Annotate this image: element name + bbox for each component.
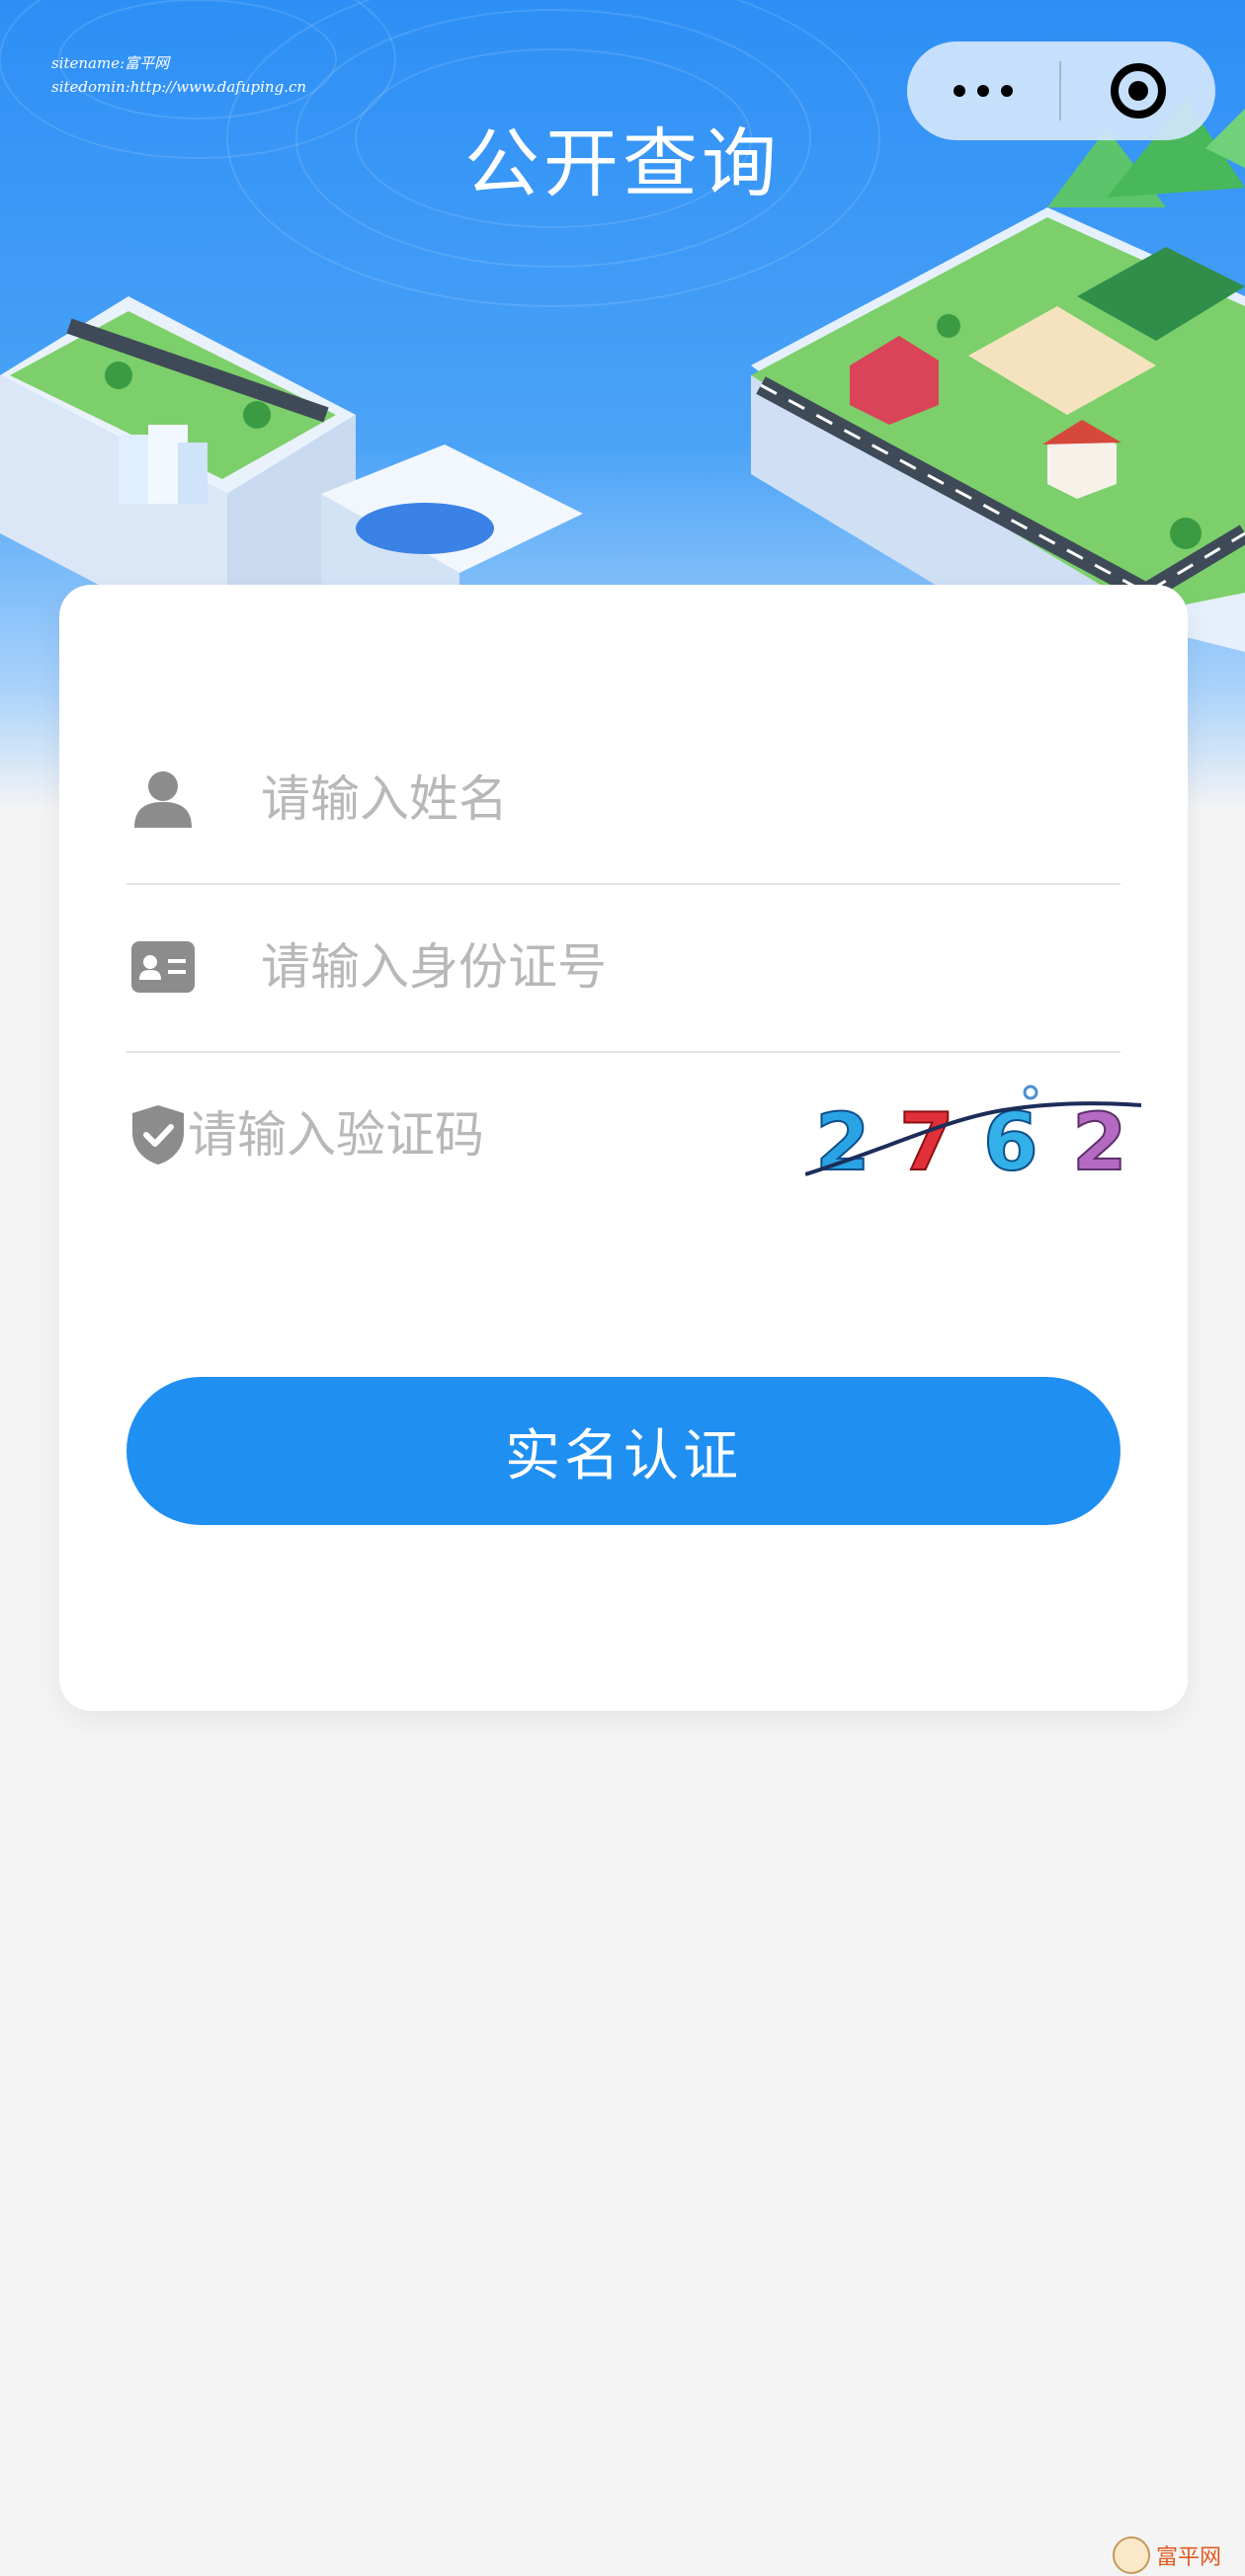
name-row [126,715,1120,885]
more-button[interactable] [907,41,1059,140]
query-form-card: 2 7 6 2 实名认证 [59,585,1188,1711]
captcha-row: 2 7 6 2 [126,1051,1142,1219]
target-close-icon [1111,63,1166,119]
captcha-char-4: 2 [1072,1096,1127,1188]
captcha-image[interactable]: 2 7 6 2 [804,1081,1151,1189]
id-row [126,883,1120,1053]
site-logo: 富平网 [1113,2536,1221,2574]
more-dots-icon [948,82,1019,101]
captcha-char-2: 7 [899,1096,954,1188]
verify-identity-button[interactable]: 实名认证 [126,1377,1120,1525]
id-card-icon [126,940,259,994]
site-watermark: sitename:富平网 sitedomin:http://www.dafupi… [51,51,306,99]
logo-badge-icon [1113,2536,1150,2574]
user-icon [126,768,259,830]
watermark-line-1: sitename:富平网 [51,54,170,72]
name-input[interactable] [259,749,1120,849]
shield-check-icon [126,1103,186,1167]
miniprogram-capsule [907,41,1215,140]
captcha-input[interactable] [186,1085,805,1185]
id-number-input[interactable] [259,917,1120,1017]
logo-text: 富平网 [1156,2545,1222,2570]
watermark-line-2: sitedomin:http://www.dafuping.cn [51,78,307,96]
close-button[interactable] [1061,41,1215,140]
captcha-char-1: 2 [815,1096,871,1188]
